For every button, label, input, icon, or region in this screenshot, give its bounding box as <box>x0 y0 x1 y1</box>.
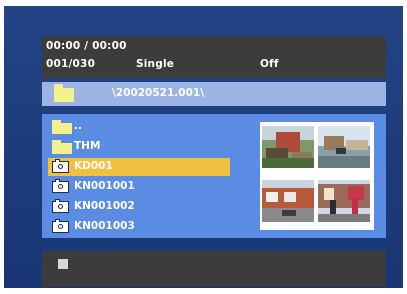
file-browser: .. THM KD001 KN001001 KN001002 KN001003 <box>42 114 386 238</box>
list-item-kd001[interactable]: KD001 <box>48 158 230 176</box>
camera-file-icon <box>52 179 69 193</box>
track-counter: 001/030 <box>46 58 96 70</box>
folder-icon <box>54 84 74 102</box>
play-mode: Single <box>136 58 175 70</box>
camera-file-icon <box>52 199 69 213</box>
list-item-thm[interactable]: THM <box>48 138 230 156</box>
thumbnail-image[interactable] <box>318 126 370 168</box>
path-bar: \20020521.001\ <box>42 82 386 106</box>
stop-icon[interactable] <box>58 259 68 269</box>
camera-file-icon <box>52 219 69 233</box>
thumbnail-image[interactable] <box>262 180 314 222</box>
file-label: KN001001 <box>74 180 135 192</box>
repeat-setting: Off <box>260 58 279 70</box>
file-label: KN001003 <box>74 220 135 232</box>
file-label: .. <box>74 120 82 132</box>
thumbnail-image[interactable] <box>318 180 370 222</box>
camera-file-icon <box>52 159 69 173</box>
list-item-parent[interactable]: .. <box>48 118 230 136</box>
status-panel: 00:00 / 00:00 001/030 Single Off <box>42 36 386 78</box>
folder-icon <box>52 120 72 134</box>
file-label: KN001002 <box>74 200 135 212</box>
player-screen: 00:00 / 00:00 001/030 Single Off \200205… <box>4 6 403 288</box>
list-item-kn001002[interactable]: KN001002 <box>48 198 230 216</box>
thumbnail-image[interactable] <box>262 126 314 168</box>
file-label: THM <box>74 140 101 152</box>
folder-icon <box>52 140 72 154</box>
thumbnail-preview <box>260 122 374 230</box>
time-display: 00:00 / 00:00 <box>46 40 127 52</box>
list-item-kn001001[interactable]: KN001001 <box>48 178 230 196</box>
control-panel <box>42 251 386 287</box>
current-path: \20020521.001\ <box>112 87 205 99</box>
file-label: KD001 <box>74 160 113 172</box>
list-item-kn001003[interactable]: KN001003 <box>48 218 230 236</box>
